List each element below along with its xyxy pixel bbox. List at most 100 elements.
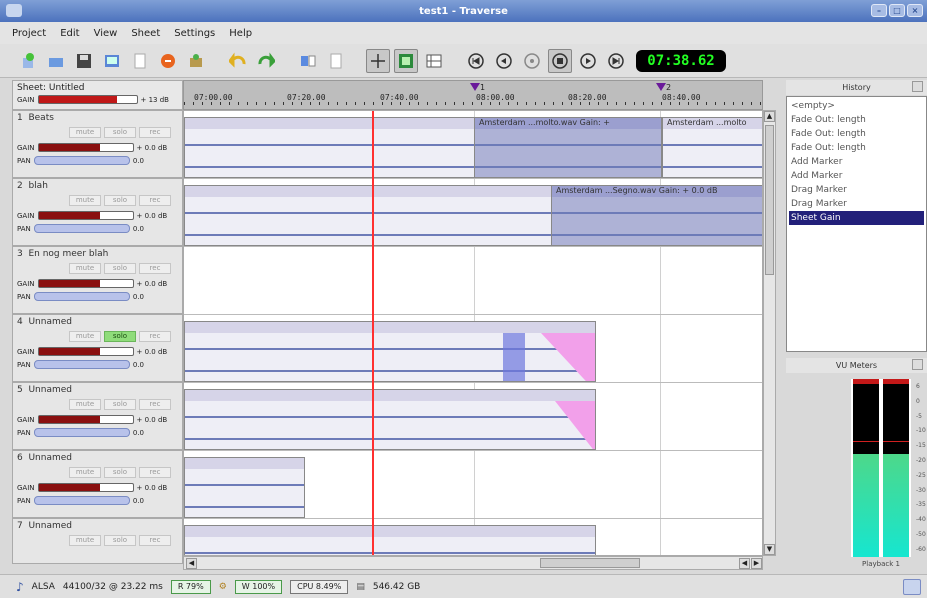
track-gain-slider[interactable]	[37, 415, 134, 424]
audio-clip-selected[interactable]: Amsterdam ...molto.wav Gain: +	[474, 117, 662, 178]
save-button[interactable]	[72, 49, 96, 73]
audio-clip[interactable]	[184, 185, 552, 246]
marker-2[interactable]: 2	[656, 83, 671, 92]
solo-button[interactable]: solo	[104, 127, 136, 138]
scroll-thumb[interactable]	[540, 558, 640, 568]
history-item[interactable]: Fade Out: length	[789, 141, 924, 155]
playhead[interactable]	[372, 111, 374, 555]
scroll-left-icon[interactable]: ◀	[739, 558, 750, 569]
grid-mode-button[interactable]	[422, 49, 446, 73]
rec-button[interactable]: rec	[139, 263, 171, 274]
menu-project[interactable]: Project	[12, 28, 46, 39]
menu-edit[interactable]: Edit	[60, 28, 79, 39]
select-mode-button[interactable]	[366, 48, 390, 73]
audio-clip[interactable]: Amsterdam ...molto	[662, 117, 762, 178]
track-header[interactable]: 6 Unnamed mute solo rec GAIN + 0.0 dB PAN 0.0	[12, 450, 183, 518]
new-project-button[interactable]	[16, 49, 40, 73]
plugin-button[interactable]	[184, 49, 208, 73]
snap-button[interactable]	[296, 49, 320, 73]
window-menu-icon[interactable]	[6, 4, 22, 17]
audio-clip[interactable]	[184, 389, 596, 450]
close-button[interactable]: ×	[907, 4, 923, 17]
goto-start-button[interactable]	[464, 49, 488, 73]
history-item[interactable]: Drag Marker	[789, 197, 924, 211]
rec-button[interactable]: rec	[139, 467, 171, 478]
marker-1[interactable]: 1	[470, 83, 485, 92]
stop-button[interactable]	[156, 49, 180, 73]
track-header[interactable]: 3 En nog meer blah mute solo rec GAIN + 0.0 d…	[12, 246, 183, 314]
rec-button[interactable]: rec	[139, 331, 171, 342]
horizontal-scrollbar[interactable]: ◀ ◀ ▶	[183, 556, 763, 570]
track-header[interactable]: 5 Unnamed mute solo rec GAIN + 0.0 dB PAN 0.0	[12, 382, 183, 450]
status-info-button[interactable]	[903, 579, 921, 595]
menu-sheet[interactable]: Sheet	[131, 28, 160, 39]
zoom-mode-button[interactable]	[394, 48, 418, 73]
history-item[interactable]: Sheet Gain	[789, 211, 924, 225]
history-item[interactable]: Add Marker	[789, 155, 924, 169]
history-item[interactable]: Drag Marker	[789, 183, 924, 197]
play-button[interactable]	[576, 49, 600, 73]
scroll-left-icon[interactable]: ◀	[186, 558, 197, 569]
menu-help[interactable]: Help	[229, 28, 252, 39]
track-gain-slider[interactable]	[37, 143, 134, 152]
fade-out[interactable]	[541, 333, 595, 381]
track-header[interactable]: 7 Unnamed mute solo rec	[12, 518, 183, 564]
pin-icon[interactable]	[912, 359, 923, 370]
mute-button[interactable]: mute	[69, 467, 101, 478]
rec-button[interactable]: rec	[139, 195, 171, 206]
audio-clip[interactable]	[184, 525, 596, 555]
audio-clip-selected[interactable]: Amsterdam ...Segno.wav Gain: + 0.0 dB	[551, 185, 762, 246]
mute-button[interactable]: mute	[69, 127, 101, 138]
track-gain-slider[interactable]	[37, 211, 134, 220]
rec-button[interactable]: rec	[139, 127, 171, 138]
pin-icon[interactable]	[912, 81, 923, 92]
track-header[interactable]: 1 Beats mute solo rec GAIN + 0.0 dB PAN 0.0	[12, 110, 183, 178]
maximize-button[interactable]: □	[889, 4, 905, 17]
rec-button[interactable]: rec	[139, 399, 171, 410]
history-item[interactable]: Fade Out: length	[789, 127, 924, 141]
goto-end-button[interactable]	[604, 49, 628, 73]
redo-button[interactable]	[254, 49, 278, 73]
timeline-ruler[interactable]: 07:00.00 07:20.00 07:40.00 08:00.00 08:2…	[183, 80, 763, 110]
mute-button[interactable]: mute	[69, 263, 101, 274]
fade-out[interactable]	[555, 401, 595, 449]
stop-transport-button[interactable]	[548, 48, 572, 73]
audio-clip[interactable]	[184, 321, 596, 382]
mute-button[interactable]: mute	[69, 195, 101, 206]
blank-button[interactable]	[324, 49, 348, 73]
scroll-down-icon[interactable]: ▼	[764, 544, 775, 555]
track-canvas[interactable]: Amsterdam ...molto.wav Gain: + Amsterdam…	[183, 110, 763, 556]
history-item[interactable]: Add Marker	[789, 169, 924, 183]
audio-clip[interactable]	[184, 117, 475, 178]
track-gain-slider[interactable]	[37, 483, 134, 492]
solo-button[interactable]: solo	[104, 331, 136, 342]
scroll-up-icon[interactable]: ▲	[764, 111, 775, 122]
vertical-scrollbar[interactable]: ▲ ▼	[763, 110, 776, 556]
open-button[interactable]	[44, 49, 68, 73]
menu-settings[interactable]: Settings	[174, 28, 215, 39]
track-pan-slider[interactable]	[33, 224, 130, 233]
solo-button[interactable]: solo	[104, 399, 136, 410]
mute-button[interactable]: mute	[69, 399, 101, 410]
track-pan-slider[interactable]	[33, 292, 130, 301]
history-item[interactable]: <empty>	[789, 99, 924, 113]
record-button[interactable]	[520, 49, 544, 73]
track-header[interactable]: 2 blah mute solo rec GAIN + 0.0 dB PAN 0.0	[12, 178, 183, 246]
undo-button[interactable]	[226, 49, 250, 73]
track-gain-slider[interactable]	[37, 347, 134, 356]
solo-button[interactable]: solo	[104, 467, 136, 478]
audio-clip[interactable]	[184, 457, 305, 518]
export-button[interactable]	[100, 49, 124, 73]
solo-button[interactable]: solo	[104, 195, 136, 206]
mute-button[interactable]: mute	[69, 535, 101, 546]
track-header[interactable]: 4 Unnamed mute solo rec GAIN + 0.0 dB PAN 0.0	[12, 314, 183, 382]
solo-button[interactable]: solo	[104, 535, 136, 546]
mute-button[interactable]: mute	[69, 331, 101, 342]
scroll-right-icon[interactable]: ▶	[751, 558, 762, 569]
minimize-button[interactable]: –	[871, 4, 887, 17]
track-pan-slider[interactable]	[33, 496, 130, 505]
rec-button[interactable]: rec	[139, 535, 171, 546]
track-pan-slider[interactable]	[33, 428, 130, 437]
properties-button[interactable]	[128, 49, 152, 73]
history-item[interactable]: Fade Out: length	[789, 113, 924, 127]
